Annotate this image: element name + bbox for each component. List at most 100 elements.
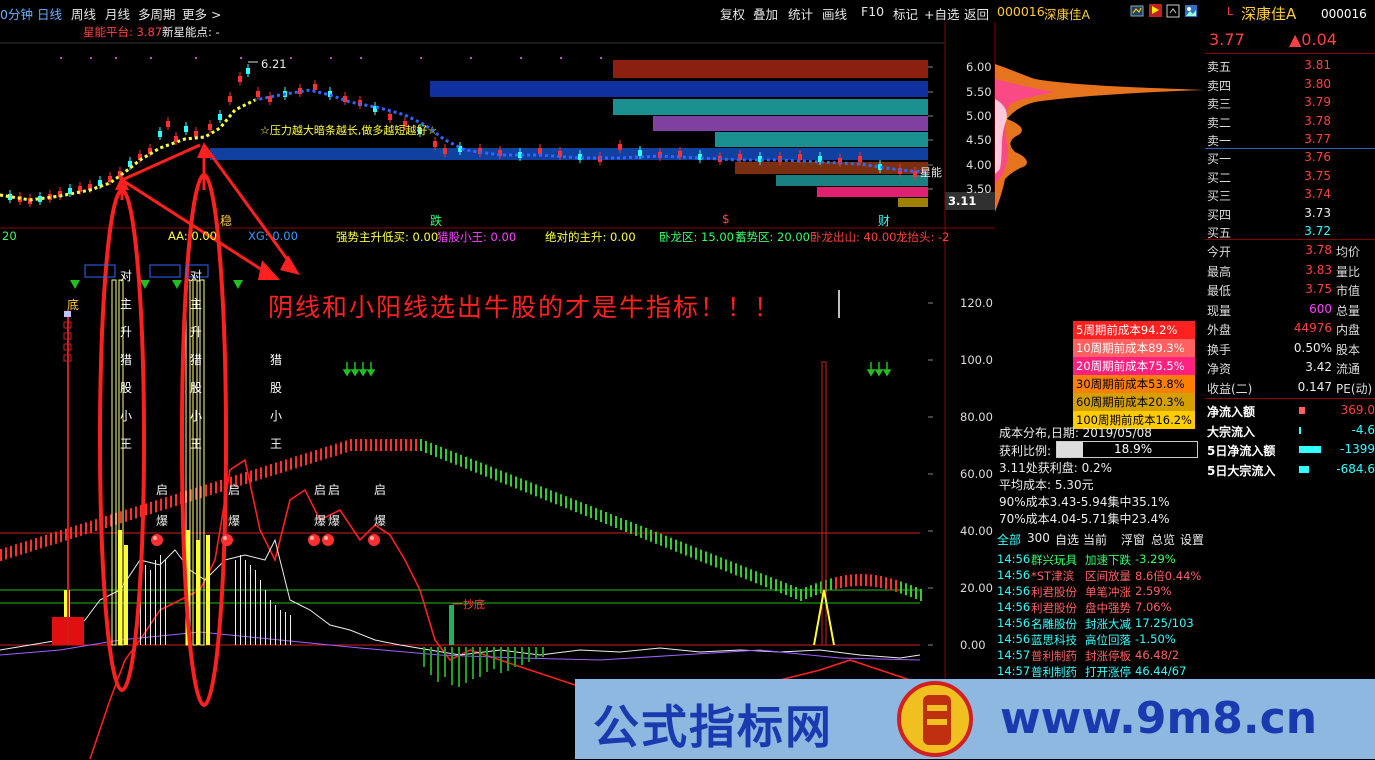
arch-bar [465,456,467,469]
ask-price[interactable]: 3.77 [1275,132,1331,146]
price-tick: 5.50 [966,85,992,99]
arch-bar [710,553,712,566]
arch-bar [175,494,177,506]
ask-price[interactable]: 3.81 [1275,58,1331,72]
ticker-time: 14:56 [997,552,1031,566]
arch-bar [645,527,647,540]
arch-bar [205,484,207,497]
ticker-tab-current[interactable]: 当前 [1083,531,1107,548]
ticker-event: 加速下跌 [1085,553,1131,567]
qi-label: 启 [374,483,387,497]
ask-price[interactable]: 3.79 [1275,95,1331,109]
arch-bar [275,462,277,475]
watermark-url: www.9m8.cn [1000,693,1318,744]
wealth-label: 财 [878,214,891,228]
bid-price[interactable]: 3.74 [1275,187,1331,201]
main-chart-canvas[interactable] [0,0,1000,760]
ticker-stock[interactable]: 蓝思科技 [1031,632,1077,648]
indicator-absolute-rise: 绝对的主升: 0.00 [545,230,636,244]
ticker-tab-watch[interactable]: 自选 [1055,531,1079,548]
arch-bar [565,496,567,509]
ticker-event: 封涨大减 [1085,617,1131,631]
arch-bar [290,457,292,470]
bao-label: 爆 [314,514,327,528]
ask-label: 卖四 [1207,78,1232,93]
arch-bar [85,522,87,535]
star-energy-label: 星能 [920,166,942,179]
arch-bar [65,528,67,541]
ticker-tab-all[interactable]: 全部 [997,531,1021,548]
stat-label-right: 内盘 [1336,323,1361,337]
arch-bar [40,536,42,549]
stat-label: 最高 [1207,264,1232,279]
panel-marker: L [1227,5,1234,18]
arch-bar [90,520,92,533]
indicator-tick: 40.00 [960,524,993,538]
ticker-time: 14:56 [997,616,1031,630]
ask-price[interactable]: 3.78 [1275,114,1331,128]
arch-bar [60,530,62,543]
logo-icon [897,681,973,757]
arch-bar [380,439,382,451]
ticker-time: 14:57 [997,664,1031,678]
indicator-tick: 120.0 [960,296,993,310]
ticker-tab-float[interactable]: 浮窗 [1121,531,1145,548]
ticker-event: 单笔冲涨 [1085,585,1131,599]
ticker-tab-300[interactable]: 300 [1027,531,1050,545]
arch-bar [400,439,402,451]
arch-bar [660,533,662,546]
ticker-tab-overview[interactable]: 总览 [1151,531,1175,548]
arch-bar [470,458,472,471]
bid-price[interactable]: 3.76 [1275,150,1331,164]
cost-box-20: 20周期前成本75.5% [1073,357,1195,375]
arch-bar [335,443,337,456]
ticker-stock[interactable]: 普利制药 [1031,664,1077,680]
arch-bar [575,500,577,513]
vtext: 小 [119,409,132,423]
flow-bar [1299,407,1305,414]
bid-price[interactable]: 3.73 [1275,206,1331,220]
arch-bar [870,574,872,587]
arch-bar [340,442,342,455]
chart-stock-code: 000016 [997,4,1045,19]
vtext: 小 [189,409,202,423]
ticker-value: 46.48/2 [1135,648,1180,662]
arch-bar [430,442,432,455]
vtext: 王 [269,437,282,451]
bid-price[interactable]: 3.72 [1275,224,1331,238]
arch-bar [155,500,157,513]
bid-price[interactable]: 3.75 [1275,169,1331,183]
new-star-label: 新星能点: - [162,25,220,39]
arch-bar [630,521,632,534]
ticker-stock[interactable]: 利君股份 [1031,584,1077,600]
expand-icon[interactable] [1166,4,1180,18]
ticker-stock[interactable]: 名雕股份 [1031,616,1077,632]
stat-label-right: PE(动) [1336,381,1373,396]
vtext: 股 [119,381,132,395]
ticker-time: 14:56 [997,568,1031,582]
arch-bar [860,574,862,586]
ticker-stock[interactable]: 普利制药 [1031,648,1077,664]
cost-box-30: 30周期前成本53.8% [1073,375,1195,393]
arch-bar [570,498,572,511]
flag-icon[interactable] [1148,3,1163,18]
arch-bar [495,468,497,481]
ticker-time: 14:56 [997,632,1031,646]
ask-price[interactable]: 3.80 [1275,77,1331,91]
arch-bar [610,514,612,526]
arch-bar [705,551,707,564]
arch-bar [625,519,627,532]
ticker-tab-settings[interactable]: 设置 [1180,531,1204,548]
stat-label: 收益(二) [1207,381,1253,396]
arch-bar [695,547,697,560]
flow-label: 大宗流入 [1207,424,1256,439]
ticker-stock[interactable]: 利君股份 [1031,600,1077,616]
chart-settings-icon[interactable] [1130,4,1144,18]
ticker-event: 高位回落 [1085,633,1131,647]
price-tick: 4.50 [966,133,992,147]
cost-box-10: 10周期前成本89.3% [1073,339,1195,357]
ticker-stock[interactable]: 群兴玩具 [1031,552,1077,568]
picture-icon[interactable] [1184,4,1198,18]
arch-bar [540,486,542,499]
ticker-stock[interactable]: *ST津滨 [1031,568,1074,584]
